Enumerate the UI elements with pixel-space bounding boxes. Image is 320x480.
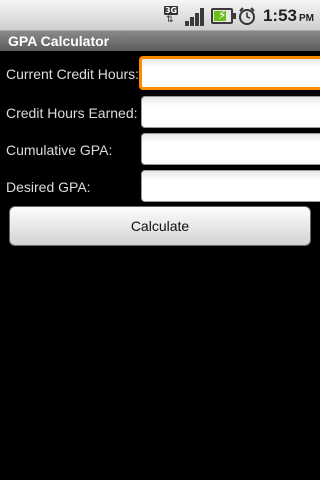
desired-gpa-label: Desired GPA: — [6, 179, 91, 195]
credit-hours-earned-label: Credit Hours Earned: — [6, 105, 138, 121]
credit-hours-earned-input[interactable] — [141, 96, 320, 128]
battery-charging-icon: ⚡ — [210, 8, 236, 24]
current-credit-hours-row: Current Credit Hours: — [0, 56, 320, 91]
cumulative-gpa-row: Cumulative GPA: — [0, 133, 320, 167]
desired-gpa-input[interactable] — [141, 170, 320, 202]
alarm-icon — [237, 6, 257, 26]
status-clock: 1:53 PM — [263, 6, 314, 26]
signal-icon — [184, 6, 207, 26]
data-arrows-icon: ⇅ — [165, 15, 174, 25]
clock-time: 1:53 — [262, 6, 297, 25]
cumulative-gpa-input[interactable] — [141, 133, 320, 165]
current-credit-hours-label: Current Credit Hours: — [6, 66, 140, 82]
3g-icon: 3G ⇅ — [163, 6, 181, 26]
status-icons: 3G ⇅ ⚡ 1:53 PM — [163, 4, 314, 28]
network-type: 3G — [163, 6, 179, 15]
credit-hours-earned-row: Credit Hours Earned: — [0, 96, 320, 130]
desired-gpa-row: Desired GPA: — [0, 170, 320, 204]
clock-ampm: PM — [299, 13, 314, 24]
current-credit-hours-input[interactable] — [139, 56, 320, 90]
app-title: GPA Calculator — [0, 31, 320, 51]
cumulative-gpa-label: Cumulative GPA: — [6, 142, 113, 158]
calculate-button[interactable]: Calculate — [9, 206, 311, 246]
charging-bolt-icon: ⚡ — [217, 8, 227, 22]
status-bar: 3G ⇅ ⚡ 1:53 PM — [0, 0, 320, 31]
